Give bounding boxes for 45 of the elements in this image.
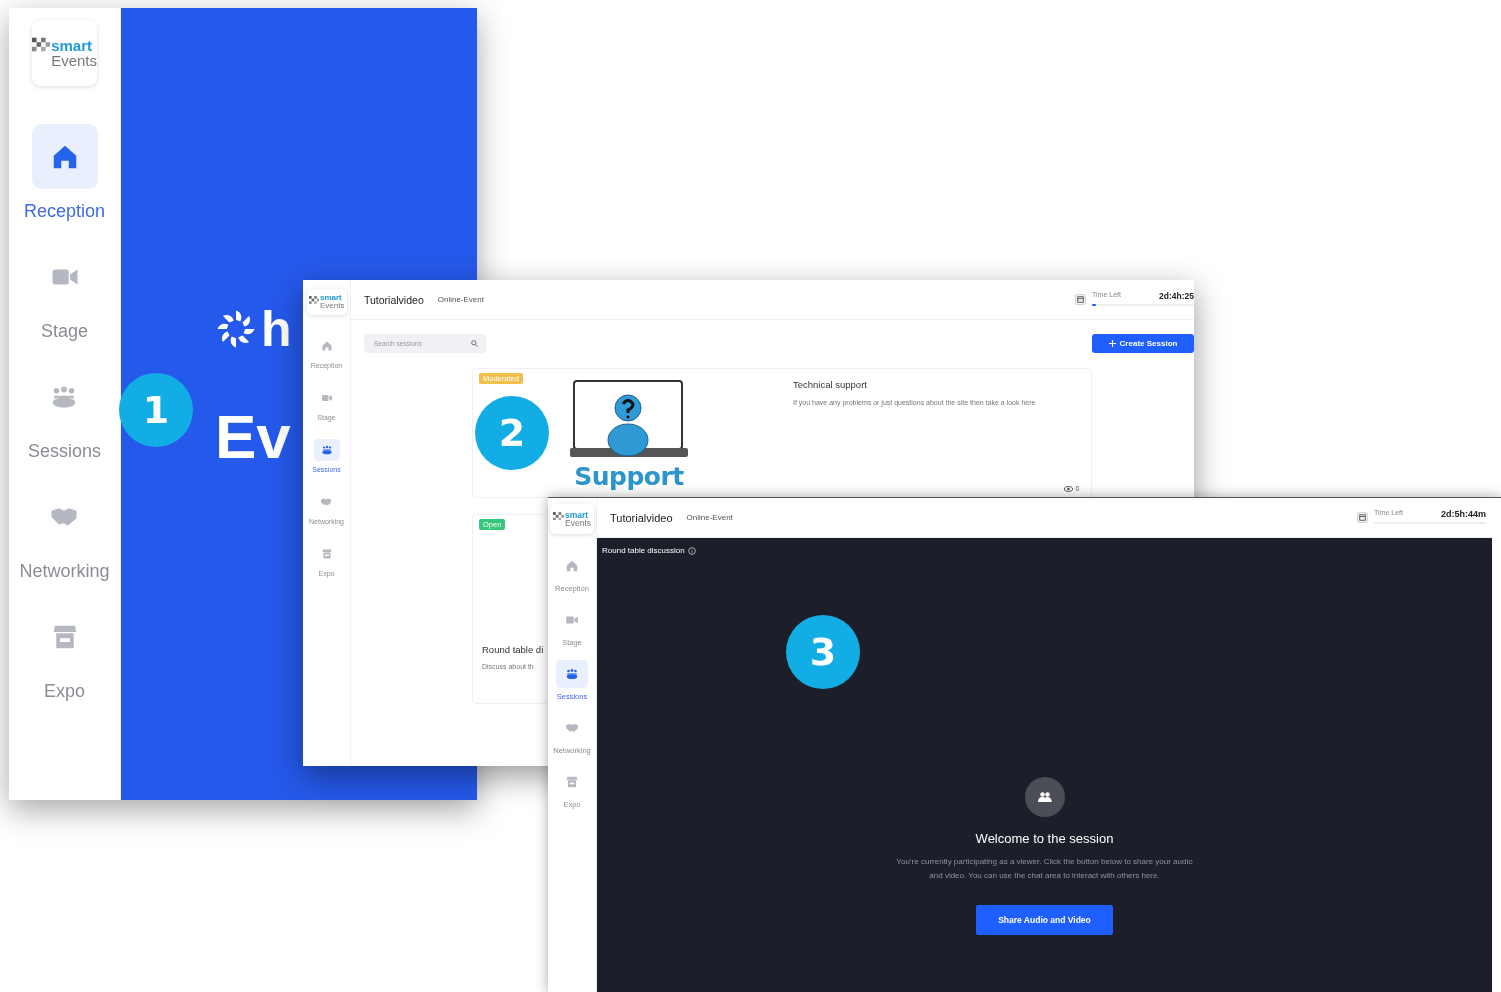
support-image-text: Support — [574, 462, 684, 491]
event-type-label: Online-Event — [437, 295, 484, 304]
eye-icon — [1064, 485, 1074, 492]
checker-icon — [32, 36, 51, 52]
nav-item[interactable]: Sessions — [27, 364, 101, 484]
logo-text: smart — [565, 510, 590, 519]
stall-icon — [565, 775, 579, 789]
hero-title: Ev — [215, 406, 291, 468]
swirl-logo-icon — [215, 308, 257, 350]
logo-text: smart — [319, 294, 343, 302]
welcome-heading: Welcome to the session — [975, 831, 1114, 846]
event-title: Tutorialvideo — [610, 511, 673, 524]
logo-text: Events — [319, 302, 345, 310]
stall-icon — [320, 548, 333, 560]
nav-item[interactable]: Expo — [31, 604, 98, 724]
event-type-label: Online-Event — [686, 513, 733, 522]
people-icon — [565, 667, 579, 681]
time-left-value: 2d:5h:44m — [1441, 509, 1486, 519]
search-icon — [471, 340, 478, 347]
home-icon — [565, 559, 579, 573]
session-name: Round table discussion — [602, 546, 685, 555]
nav-item[interactable]: Stage — [31, 244, 98, 364]
calendar-icon[interactable] — [1075, 294, 1086, 305]
nav-item[interactable]: Networking — [19, 484, 110, 604]
people-icon — [1037, 792, 1052, 802]
welcome-message: You’re currently participating as a viewer. Click the button below to share your audio and video. You can use the chat area to interact with others here. — [895, 856, 1194, 882]
info-icon[interactable] — [687, 546, 696, 555]
hero-title: h — [261, 304, 292, 354]
checker-icon — [308, 295, 319, 304]
checker-icon — [552, 511, 564, 520]
logo-text: smart — [51, 38, 93, 53]
event-title: Tutorialvideo — [364, 293, 424, 306]
people-icon — [320, 444, 333, 456]
home-icon — [320, 340, 333, 352]
session-title: Round table di — [482, 644, 545, 655]
time-left-value: 2d:4h:25 — [1159, 291, 1194, 301]
share-audio-video-button[interactable]: Share Audio and Video — [976, 905, 1113, 935]
calendar-icon[interactable] — [1357, 512, 1368, 523]
create-session-button[interactable]: Create Session — [1092, 334, 1194, 353]
logo-text: Events — [51, 53, 97, 68]
logo-text: Events — [565, 519, 591, 528]
session-title: Technical support — [793, 379, 868, 390]
nav-item[interactable]: Reception — [23, 124, 106, 244]
camera-icon — [320, 392, 333, 404]
plus-icon — [1108, 340, 1116, 347]
